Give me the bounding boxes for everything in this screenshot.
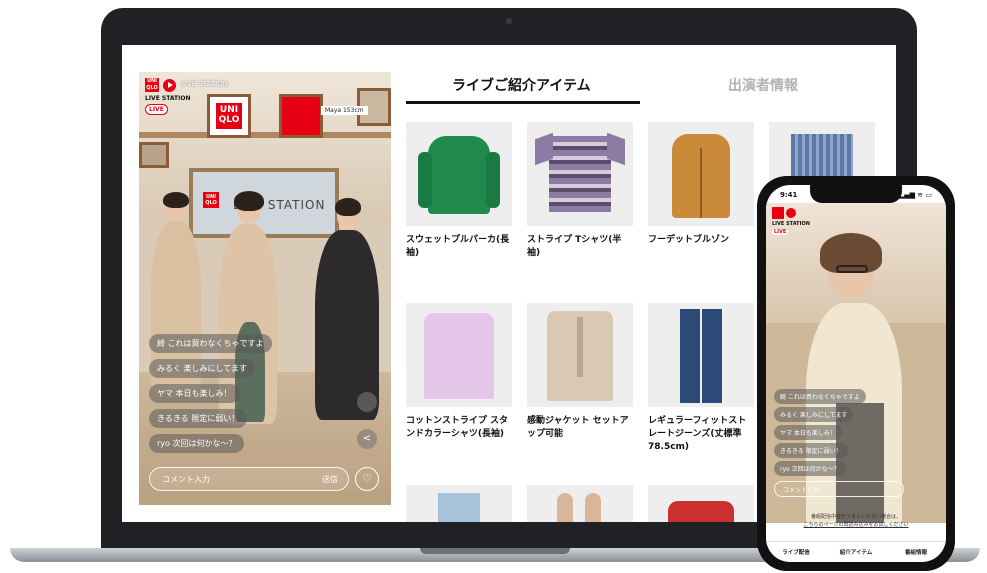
jeans-leg <box>680 309 700 403</box>
jeans-shape <box>438 493 480 522</box>
notice-line: 番組配信中音がうまくいかない場合は、 <box>810 514 901 520</box>
product-image <box>648 303 754 407</box>
presenter-center-hair <box>234 191 264 211</box>
notice-link[interactable]: こちらのページの再読み込みをお試しください <box>766 521 946 529</box>
marketing-mockup: UNI QLO UNI QLO LIVE STATION UNI QLO LIV… <box>0 0 987 573</box>
chat-toggle-icon[interactable] <box>357 392 377 412</box>
nav-program-info[interactable]: 番組情報 <box>886 542 946 561</box>
sleeve-shape <box>418 152 432 208</box>
chat-comment: ヤマ 本日も楽しみ！ <box>149 384 240 403</box>
product-card[interactable]: 感動ジャケット セットアップ可能 <box>527 303 633 441</box>
tee-shape <box>549 136 611 212</box>
product-image <box>406 122 512 226</box>
live-station-label: LIVE STATION <box>145 95 191 102</box>
tab-featured-items[interactable]: ライブご紹介アイテム <box>452 75 591 95</box>
product-card[interactable] <box>527 485 633 522</box>
live-badge: LIVE <box>772 229 789 235</box>
live-station-title: LIVE STATION <box>181 80 228 88</box>
presenter-left-hair <box>163 192 189 208</box>
comment-input[interactable]: コメント入力 送信 <box>149 467 349 491</box>
status-icons: ▂▄▆ ≋ ▭ <box>898 191 932 199</box>
play-icon <box>163 79 176 92</box>
phone-notch <box>810 185 902 203</box>
uniqlo-wall-logo: UNI QLO <box>216 103 242 129</box>
chat-comment: ryo 次回は何かな〜？ <box>149 434 245 453</box>
tv-logo: UNI QLO <box>203 192 219 208</box>
uniqlo-logo: UNI QLO <box>145 78 159 92</box>
shirt-shape <box>424 313 494 399</box>
uniqlo-logo <box>772 207 784 219</box>
product-image <box>527 122 633 226</box>
product-image <box>648 122 754 226</box>
product-name[interactable]: 感動ジャケット セットアップ可能 <box>527 415 633 441</box>
jeans-leg <box>702 309 722 403</box>
live-badge: LIVE <box>145 104 168 115</box>
laptop-notch <box>420 548 570 554</box>
product-image <box>527 485 633 522</box>
product-card[interactable]: ストライプ Tシャツ(半袖) <box>527 122 633 260</box>
chat-comment: 綺 これは買わなくちゃですよ <box>149 334 272 353</box>
chat-comment: 綺 これは買わなくちゃですよ <box>774 389 866 404</box>
notice-text: 番組配信中音がうまくいかない場合は、 こちらのページの再読み込みをお試しください <box>766 513 946 529</box>
sleeve-shape <box>486 152 500 208</box>
wall-art <box>279 94 323 138</box>
shelf-box <box>139 142 169 168</box>
lapel-shape <box>577 317 583 377</box>
heart-icon[interactable]: ♡ <box>355 467 379 491</box>
status-time: 9:41 <box>780 191 798 199</box>
comment-input[interactable]: コメント入力 <box>774 481 904 497</box>
product-name[interactable]: コットンストライプ スタンドカラーシャツ(長袖) <box>406 415 512 441</box>
laptop-camera <box>506 18 512 24</box>
bag-shape <box>668 501 734 522</box>
product-image <box>406 303 512 407</box>
glasses-icon <box>836 265 868 273</box>
shoe-shape <box>557 493 573 522</box>
phone-screen: 9:41 ▂▄▆ ≋ ▭ LIVE STATION LIVE 綺 これは買わなく… <box>766 185 946 562</box>
hoodie-shape <box>428 136 490 214</box>
product-image <box>648 485 754 522</box>
live-video-panel[interactable]: UNI QLO UNI QLO LIVE STATION UNI QLO LIV… <box>139 72 391 505</box>
play-icon <box>786 208 796 218</box>
comment-placeholder: コメント入力 <box>162 475 210 484</box>
shelf <box>139 132 391 138</box>
presenter-right-hair <box>335 198 361 216</box>
product-card[interactable]: フーデットブルゾン <box>648 122 754 247</box>
share-icon[interactable]: < <box>357 429 377 449</box>
shoe-shape <box>585 493 601 522</box>
live-station-label: LIVE STATION <box>772 221 810 227</box>
product-name[interactable]: ストライプ Tシャツ(半袖) <box>527 234 633 260</box>
product-image <box>406 485 512 522</box>
studio-tv: UNI QLO LIVE STATION <box>189 168 339 238</box>
product-name[interactable]: フーデットブルゾン <box>648 234 754 247</box>
active-tab-indicator <box>406 101 640 104</box>
phone-bottom-nav: ライブ配信 紹介アイテム 番組情報 <box>766 541 946 561</box>
product-card[interactable]: スウェットプルパーカ(長袖) <box>406 122 512 260</box>
product-name[interactable]: レギュラーフィットストレートジーンズ(丈標準78.5cm) <box>648 415 754 454</box>
product-card[interactable]: レギュラーフィットストレートジーンズ(丈標準78.5cm) <box>648 303 754 454</box>
product-card[interactable] <box>648 485 754 522</box>
send-button[interactable]: 送信 <box>322 474 338 485</box>
product-card[interactable]: コットンストライプ スタンドカラーシャツ(長袖) <box>406 303 512 441</box>
chat-comment: ヤマ 本日も楽しみ！ <box>774 425 842 440</box>
product-card[interactable] <box>406 485 512 522</box>
zipper-shape <box>700 148 702 218</box>
presenter-name-tag: Maya 153cm <box>321 106 368 115</box>
product-image <box>527 303 633 407</box>
nav-items[interactable]: 紹介アイテム <box>826 542 886 561</box>
chat-comment: みるく 楽しみにしてます <box>774 407 854 422</box>
nav-live[interactable]: ライブ配信 <box>766 542 826 561</box>
phone-live-video[interactable]: LIVE STATION LIVE 綺 これは買わなくちゃですよ みるく 楽しみ… <box>766 203 946 523</box>
wall-sign: UNI QLO <box>207 94 251 138</box>
tab-performer-info[interactable]: 出演者情報 <box>728 75 798 95</box>
chat-comment: きるきる 限定に弱い！ <box>774 443 848 458</box>
chat-comment: きるきる 限定に弱い！ <box>149 409 248 428</box>
chat-comment: ryo 次回は何かな〜？ <box>774 461 846 476</box>
product-name[interactable]: スウェットプルパーカ(長袖) <box>406 234 512 260</box>
chat-comment: みるく 楽しみにしてます <box>149 359 255 378</box>
